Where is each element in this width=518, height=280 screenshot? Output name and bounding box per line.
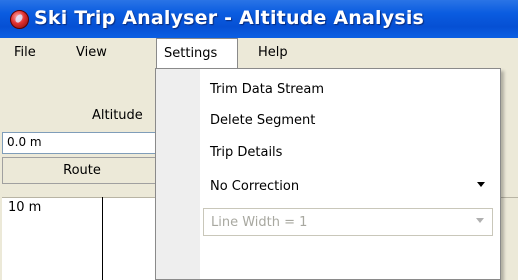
correction-select-value: No Correction [210, 179, 300, 194]
menu-view[interactable]: View [76, 45, 107, 60]
altitude-value-field[interactable]: 0.0 m [2, 132, 162, 154]
menu-item-trip-details[interactable]: Trip Details [210, 145, 282, 160]
plot-axis-line [102, 197, 103, 280]
menu-icon-gutter [156, 69, 200, 279]
line-width-select: Line Width = 1 [203, 208, 493, 236]
route-button[interactable]: Route [2, 157, 162, 184]
settings-dropdown-menu: Trim Data Stream Delete Segment Trip Det… [155, 68, 501, 280]
menu-item-delete-segment[interactable]: Delete Segment [210, 113, 315, 128]
menu-settings[interactable]: Settings [156, 38, 238, 68]
app-icon[interactable] [10, 10, 29, 29]
window-title: Ski Trip Analyser - Altitude Analysis [34, 7, 425, 29]
menu-help[interactable]: Help [258, 45, 288, 60]
application-window: Ski Trip Analyser - Altitude Analysis Fi… [0, 0, 518, 280]
chevron-down-icon[interactable] [477, 182, 485, 187]
menu-item-trim-data-stream[interactable]: Trim Data Stream [210, 82, 324, 97]
title-bar[interactable]: Ski Trip Analyser - Altitude Analysis [0, 0, 518, 39]
line-width-select-value: Line Width = 1 [211, 215, 308, 230]
chevron-down-icon [476, 218, 484, 223]
correction-select[interactable]: No Correction [203, 173, 493, 201]
menu-bar: File View Settings Help [0, 38, 518, 68]
plot-scale-label: 10 m [8, 200, 42, 215]
altitude-label: Altitude [92, 108, 143, 123]
menu-file[interactable]: File [14, 45, 36, 60]
